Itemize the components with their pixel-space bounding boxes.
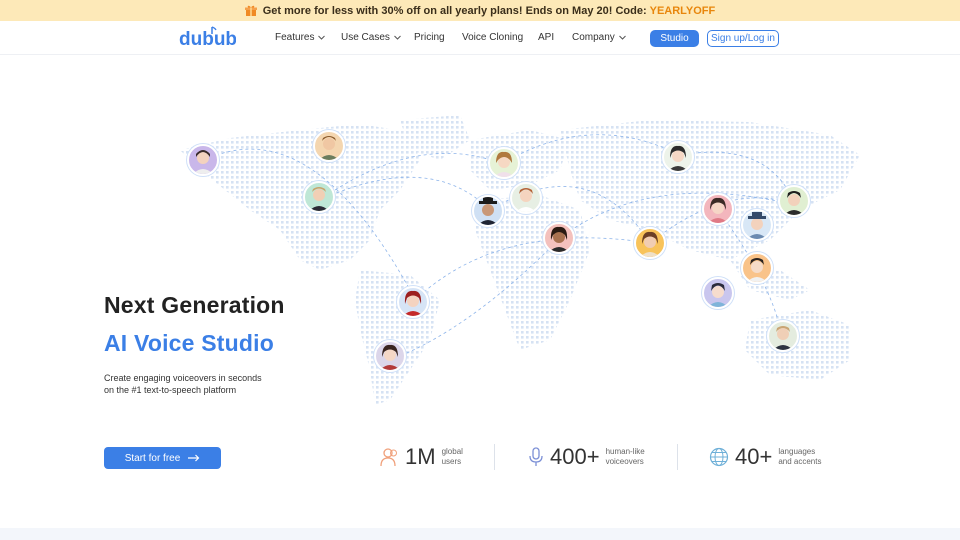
stat-users-label-line2: users (441, 457, 462, 466)
stat-languages: 40+ languages and accents (709, 442, 821, 472)
nav-features[interactable]: Features (275, 32, 326, 43)
start-for-free-button[interactable]: Start for free (104, 447, 221, 469)
person-icon (549, 226, 569, 252)
users-icon (380, 448, 397, 467)
stat-divider (677, 444, 678, 470)
voice-avatar-2[interactable] (313, 130, 345, 162)
person-icon (747, 212, 767, 239)
hero-headline: Next Generation (104, 292, 285, 318)
stat-users: 1M global users (380, 442, 463, 472)
svg-text:dubub: dubub (179, 29, 236, 50)
person-icon (708, 197, 728, 223)
voice-avatar-11[interactable] (741, 209, 773, 241)
promo-banner[interactable]: Get more for less with 30% off on all ye… (0, 0, 960, 21)
voice-avatar-7[interactable] (543, 222, 575, 254)
person-icon (193, 150, 213, 174)
stat-voiceovers-label: human-like voiceovers (606, 447, 645, 467)
stat-voiceovers-label-line1: human-like (605, 447, 645, 456)
person-icon (516, 188, 536, 212)
hero-headline-accent: AI Voice Studio (104, 330, 274, 356)
voice-avatar-14[interactable] (702, 277, 734, 309)
voice-avatar-5[interactable] (510, 182, 542, 214)
voice-avatar-8[interactable] (662, 141, 694, 173)
nav-use-cases-label: Use Cases (341, 32, 390, 43)
nav-pricing[interactable]: Pricing (414, 32, 445, 43)
nav-company[interactable]: Company (572, 32, 626, 43)
person-icon (773, 326, 793, 350)
voice-avatar-15[interactable] (767, 320, 799, 352)
chevron-down-icon (318, 35, 326, 40)
top-navbar: dubub Features Use Cases Pricing Voice C… (0, 21, 960, 55)
voice-avatar-16[interactable] (397, 286, 429, 318)
voice-avatar-10[interactable] (702, 193, 734, 225)
globe-icon (709, 447, 729, 467)
person-icon (478, 197, 498, 225)
stat-users-label: global users (442, 447, 463, 467)
chevron-down-icon (394, 35, 401, 40)
stat-divider (494, 444, 495, 470)
studio-button[interactable]: Studio (650, 30, 699, 47)
person-icon (380, 344, 400, 370)
arrow-right-icon (188, 454, 200, 462)
voice-avatar-13[interactable] (741, 252, 773, 284)
voice-avatar-9[interactable] (634, 227, 666, 259)
microphone-icon (529, 447, 543, 466)
stat-languages-label-line2: and accents (778, 457, 822, 466)
person-icon (747, 258, 767, 282)
dubub-logo[interactable]: dubub (178, 25, 236, 51)
nav-voice-cloning-label: Voice Cloning (462, 32, 524, 43)
start-for-free-label: Start for free (124, 452, 181, 464)
person-icon (708, 283, 728, 307)
person-icon (494, 151, 514, 177)
promo-code: YEARLYOFF (649, 4, 716, 17)
voice-avatar-3[interactable] (303, 181, 335, 213)
nav-pricing-label: Pricing (414, 32, 445, 43)
voice-avatar-12[interactable] (778, 185, 810, 217)
person-icon (319, 136, 339, 160)
voice-avatar-4[interactable] (488, 147, 520, 179)
person-icon (784, 191, 804, 215)
signup-login-button[interactable]: Sign up/Log in (707, 30, 779, 47)
stat-languages-label: languages and accents (778, 447, 821, 467)
nav-use-cases[interactable]: Use Cases (341, 32, 401, 43)
person-icon (668, 145, 688, 171)
stat-users-label-line1: global (441, 447, 463, 456)
next-section-strip (0, 528, 960, 540)
voice-avatar-17[interactable] (374, 340, 406, 372)
nav-api[interactable]: API (538, 32, 554, 43)
nav-api-label: API (538, 32, 555, 43)
stat-voiceovers-label-line2: voiceovers (605, 457, 644, 466)
stat-voiceovers: 400+ human-like voiceovers (528, 442, 645, 472)
promo-text: Get more for less with 30% off on all ye… (262, 4, 647, 17)
person-icon (403, 290, 423, 316)
person-icon (309, 187, 329, 211)
nav-features-label: Features (275, 32, 315, 43)
nav-voice-cloning[interactable]: Voice Cloning (462, 32, 523, 43)
stat-languages-label-line1: languages (778, 447, 816, 456)
chevron-down-icon (618, 35, 626, 40)
voice-avatar-1[interactable] (187, 144, 219, 176)
stat-languages-value: 40+ (735, 444, 773, 469)
person-icon (640, 231, 660, 257)
hero-subtitle-line1: Create engaging voiceovers in seconds (104, 373, 262, 383)
nav-company-label: Company (572, 32, 615, 43)
voice-avatar-6[interactable] (472, 195, 504, 227)
hero-subtitle-line2: on the #1 text-to-speech platform (104, 385, 237, 395)
stat-voiceovers-value: 400+ (550, 444, 600, 469)
stat-users-value: 1M (405, 444, 436, 469)
gift-icon (244, 5, 257, 16)
hero-subtitle: Create engaging voiceovers in seconds on… (104, 372, 284, 396)
